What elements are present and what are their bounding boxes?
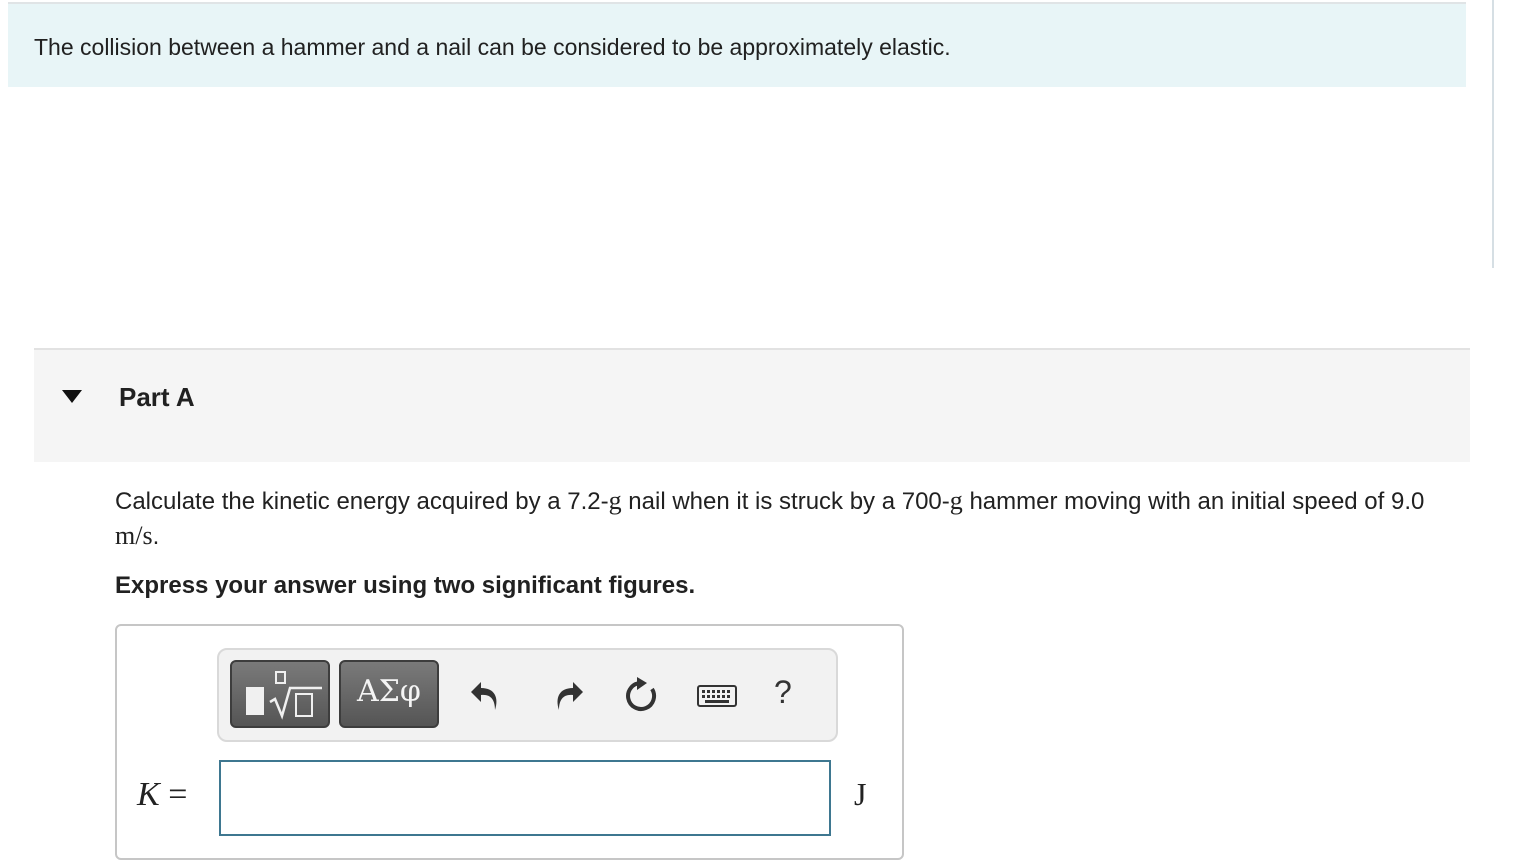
answer-box: ΑΣφ ? K = J — [115, 624, 904, 860]
answer-variable-label: K = — [137, 776, 187, 814]
part-title: Part A — [119, 382, 195, 412]
question-text-4: . — [152, 523, 160, 550]
symbols-button[interactable]: ΑΣφ — [339, 660, 439, 728]
answer-unit: J — [854, 776, 867, 812]
answer-input[interactable] — [219, 760, 831, 836]
keyboard-icon[interactable] — [695, 672, 739, 718]
symbols-label: ΑΣφ — [357, 674, 421, 709]
question-text-1: Calculate the kinetic energy acquired by… — [115, 488, 609, 515]
question-text: Calculate the kinetic energy acquired by… — [115, 484, 1475, 554]
cursor-block-icon — [246, 687, 264, 715]
right-divider — [1492, 0, 1494, 268]
equals-sign: = — [168, 776, 188, 813]
variable-symbol: K — [137, 776, 160, 813]
answer-instruction: Express your answer using two significan… — [115, 572, 696, 599]
reset-icon[interactable] — [619, 672, 663, 718]
part-a-header[interactable]: Part A — [34, 348, 1470, 462]
problem-intro-text: The collision between a hammer and a nai… — [34, 34, 951, 60]
speed-unit: m/s — [115, 521, 153, 550]
undo-icon[interactable] — [465, 672, 509, 718]
mass-unit-nail: g — [608, 486, 622, 515]
mass-unit-hammer: g — [949, 486, 963, 515]
help-button[interactable]: ? — [774, 674, 792, 711]
templates-radical-icon — [269, 671, 322, 720]
redo-icon[interactable] — [545, 672, 589, 718]
question-text-2: nail when it is struck by a 700- — [621, 488, 950, 515]
caret-down-icon[interactable] — [62, 390, 82, 403]
templates-button[interactable] — [230, 660, 330, 728]
problem-intro-panel: The collision between a hammer and a nai… — [8, 2, 1466, 87]
question-text-3: hammer moving with an initial speed of 9… — [962, 488, 1425, 515]
math-toolbar: ΑΣφ ? — [217, 648, 838, 742]
